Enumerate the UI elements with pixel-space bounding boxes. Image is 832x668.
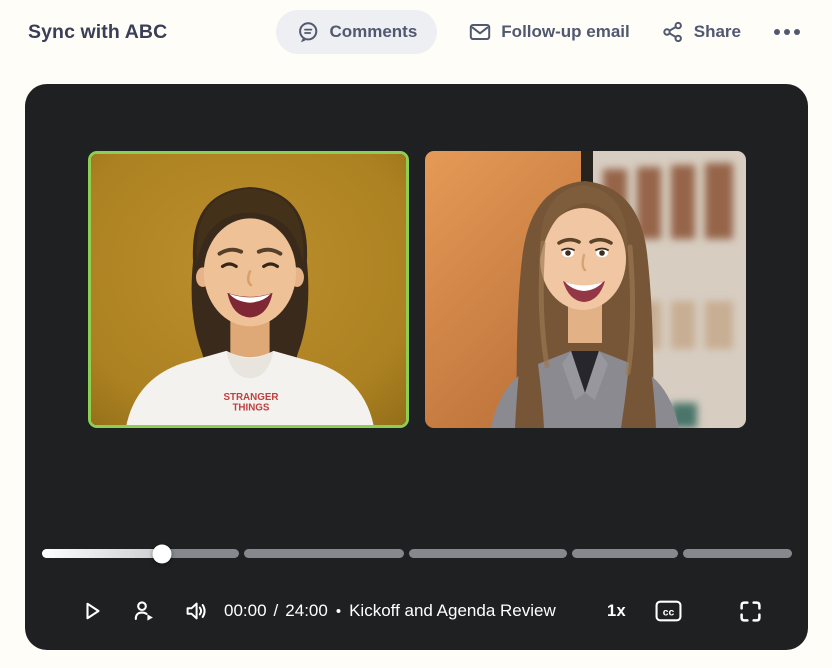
closed-captions-icon: cc [655,600,682,622]
time-total: 24:00 [285,601,328,620]
share-label: Share [693,22,741,41]
fullscreen-button[interactable] [739,598,762,624]
speaker-waves-icon [186,602,206,620]
speaker-skip-button[interactable] [132,598,156,624]
speech-bubble-icon [296,20,320,44]
progress-segment[interactable] [682,549,792,558]
progress-bar[interactable] [42,544,792,563]
participant-portrait [424,151,746,428]
video-player: STRANGER THINGS 00:00 / 24:00 • Kickoff … [25,84,808,650]
controls-right: 1x cc [607,598,762,624]
ellipsis-icon [774,29,780,35]
chapter-bullet: • [335,602,342,620]
header: Sync with ABC Comments Follow-up email S… [0,0,832,54]
play-icon [86,602,100,620]
chapter-title: Kickoff and Agenda Review [349,601,556,620]
time-display: 00:00 / 24:00 • Kickoff and Agenda Revie… [224,601,556,621]
video-tile-active-speaker[interactable]: STRANGER THINGS [87,151,409,428]
video-tiles: STRANGER THINGS [25,151,808,428]
person-play-icon [134,601,153,621]
comments-button[interactable]: Comments [276,10,438,54]
share-button[interactable]: Share [661,20,741,44]
volume-button[interactable] [184,598,208,624]
time-current: 00:00 [224,601,267,620]
time-separator: / [273,601,279,620]
playback-speed-button[interactable]: 1x [607,602,626,621]
header-actions: Comments Follow-up email Share [276,10,802,54]
cc-label: cc [663,607,675,618]
player-controls: 00:00 / 24:00 • Kickoff and Agenda Revie… [80,595,762,627]
captions-button[interactable]: cc [655,598,682,624]
envelope-icon [468,20,492,44]
shirt-logo-line1: STRANGER [223,392,278,403]
play-button[interactable] [80,598,104,624]
progress-segment[interactable] [244,549,404,558]
progress-fill [42,549,163,558]
page-title: Sync with ABC [28,20,168,43]
progress-segment[interactable] [408,549,568,558]
follow-up-email-button[interactable]: Follow-up email [468,20,630,44]
more-button[interactable] [772,23,802,41]
progress-thumb[interactable] [152,544,172,563]
share-nodes-icon [661,20,685,44]
video-tile-participant[interactable] [424,151,746,428]
comments-label: Comments [329,22,418,41]
fullscreen-corners-icon [740,600,761,622]
shirt-logo-line2: THINGS [232,403,269,414]
follow-up-email-label: Follow-up email [501,22,630,41]
active-speaker-portrait: STRANGER THINGS [90,154,406,425]
progress-segment[interactable] [572,549,678,558]
progress-segment[interactable] [42,544,240,563]
